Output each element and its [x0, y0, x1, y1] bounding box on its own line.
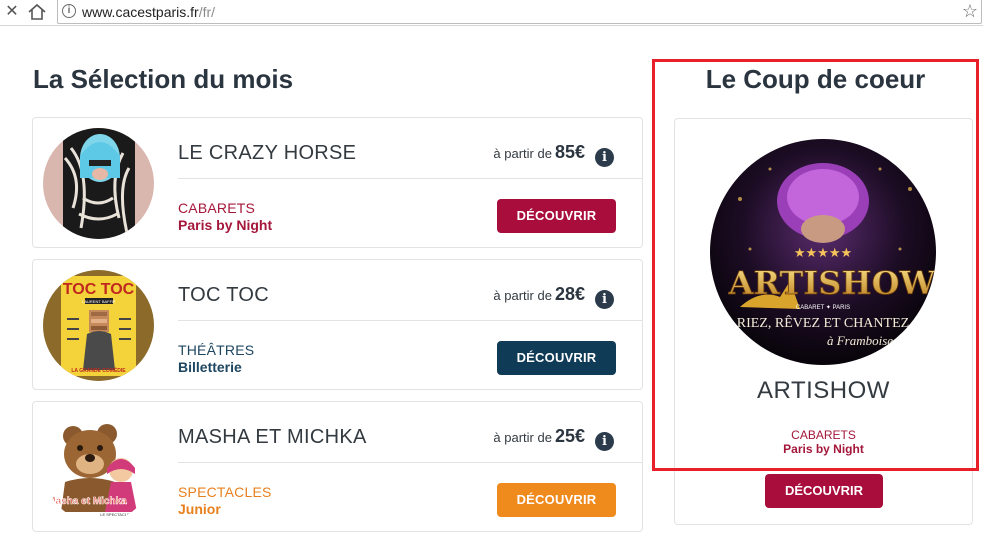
price-amount: 85€ — [554, 142, 585, 162]
show-name[interactable]: TOC TOC — [178, 284, 269, 307]
close-tab-icon[interactable]: ✕ — [4, 3, 20, 21]
price-prefix: à partir de — [493, 146, 552, 161]
price-amount: 25€ — [554, 426, 585, 446]
show-name[interactable]: ARTISHOW — [675, 377, 972, 405]
show-card-masha-michka[interactable]: Masha et Michka LE SPECTACLE MASHA ET MI… — [32, 401, 643, 532]
show-card-toc-toc[interactable]: TOC TOC LAURENT BAFFIE LA GRANDE COMÉDIE… — [32, 259, 643, 390]
url-text: www.cacestparis.fr/fr/ — [82, 4, 216, 20]
info-icon[interactable]: i — [595, 290, 614, 309]
browser-toolbar: ✕ i www.cacestparis.fr/fr/ ☆ — [0, 0, 983, 26]
show-subcategory[interactable]: Paris by Night — [675, 442, 972, 456]
show-category[interactable]: THÉÂTRES — [178, 342, 254, 358]
info-icon[interactable]: i — [595, 148, 614, 167]
address-bar[interactable]: i www.cacestparis.fr/fr/ ☆ — [57, 0, 982, 24]
discover-button[interactable]: DÉCOUVRIR — [497, 199, 616, 233]
price-amount: 28€ — [554, 284, 585, 304]
show-category[interactable]: SPECTACLES — [178, 484, 272, 500]
poster-subtitle: CABARET ✦ PARIS — [796, 304, 850, 311]
toc-toc-poster-image[interactable]: TOC TOC LAURENT BAFFIE LA GRANDE COMÉDIE — [43, 270, 154, 381]
info-icon[interactable]: i — [595, 432, 614, 451]
show-price: à partir de 28€ i — [493, 284, 614, 309]
price-prefix: à partir de — [493, 430, 552, 445]
show-category[interactable]: CABARETS — [675, 428, 972, 442]
poster-tagline: RIEZ, RÊVEZ ET CHANTEZ — [737, 314, 909, 331]
poster-stars: ★★★★★ — [794, 246, 852, 261]
poster-title: TOC TOC — [63, 281, 135, 298]
poster-title: Masha et Michka — [47, 496, 127, 507]
card-divider — [178, 178, 642, 179]
show-price: à partir de 25€ i — [493, 426, 614, 451]
discover-button[interactable]: DÉCOUVRIR — [765, 474, 883, 508]
show-subcategory[interactable]: Junior — [178, 501, 221, 517]
discover-button[interactable]: DÉCOUVRIR — [497, 341, 616, 375]
show-category[interactable]: CABARETS — [178, 200, 255, 216]
crazy-horse-dancer-image[interactable] — [43, 128, 154, 239]
card-divider — [178, 462, 642, 463]
coup-de-coeur-card[interactable]: ★★★★★ ARTISHOW CABARET ✦ PARIS RIEZ, RÊV… — [674, 118, 973, 525]
show-price: à partir de 85€ i — [493, 142, 614, 167]
poster-signature: à Framboise — [827, 333, 893, 348]
show-name[interactable]: LE CRAZY HORSE — [178, 142, 356, 165]
masha-michka-image[interactable]: Masha et Michka LE SPECTACLE — [43, 412, 154, 523]
show-name[interactable]: MASHA ET MICHKA — [178, 426, 367, 449]
bookmark-star-icon[interactable]: ☆ — [962, 1, 978, 22]
poster-author: LAURENT BAFFIE — [82, 299, 116, 304]
show-subcategory[interactable]: Paris by Night — [178, 217, 272, 233]
site-info-icon[interactable]: i — [62, 4, 76, 18]
selection-heading: La Sélection du mois — [33, 64, 294, 94]
poster-title: ARTISHOW — [728, 264, 936, 302]
price-prefix: à partir de — [493, 288, 552, 303]
coup-de-coeur-heading: Le Coup de coeur — [705, 64, 926, 94]
artishow-poster-image[interactable]: ★★★★★ ARTISHOW CABARET ✦ PARIS RIEZ, RÊV… — [710, 139, 936, 365]
home-icon[interactable] — [27, 3, 47, 21]
poster-footer: LE SPECTACLE — [100, 512, 130, 517]
poster-footer: LA GRANDE COMÉDIE — [71, 366, 126, 374]
show-card-crazy-horse[interactable]: LE CRAZY HORSE à partir de 85€ i CABARETS … — [32, 117, 643, 248]
show-subcategory[interactable]: Billetterie — [178, 359, 242, 375]
discover-button[interactable]: DÉCOUVRIR — [497, 483, 616, 517]
card-divider — [178, 320, 642, 321]
